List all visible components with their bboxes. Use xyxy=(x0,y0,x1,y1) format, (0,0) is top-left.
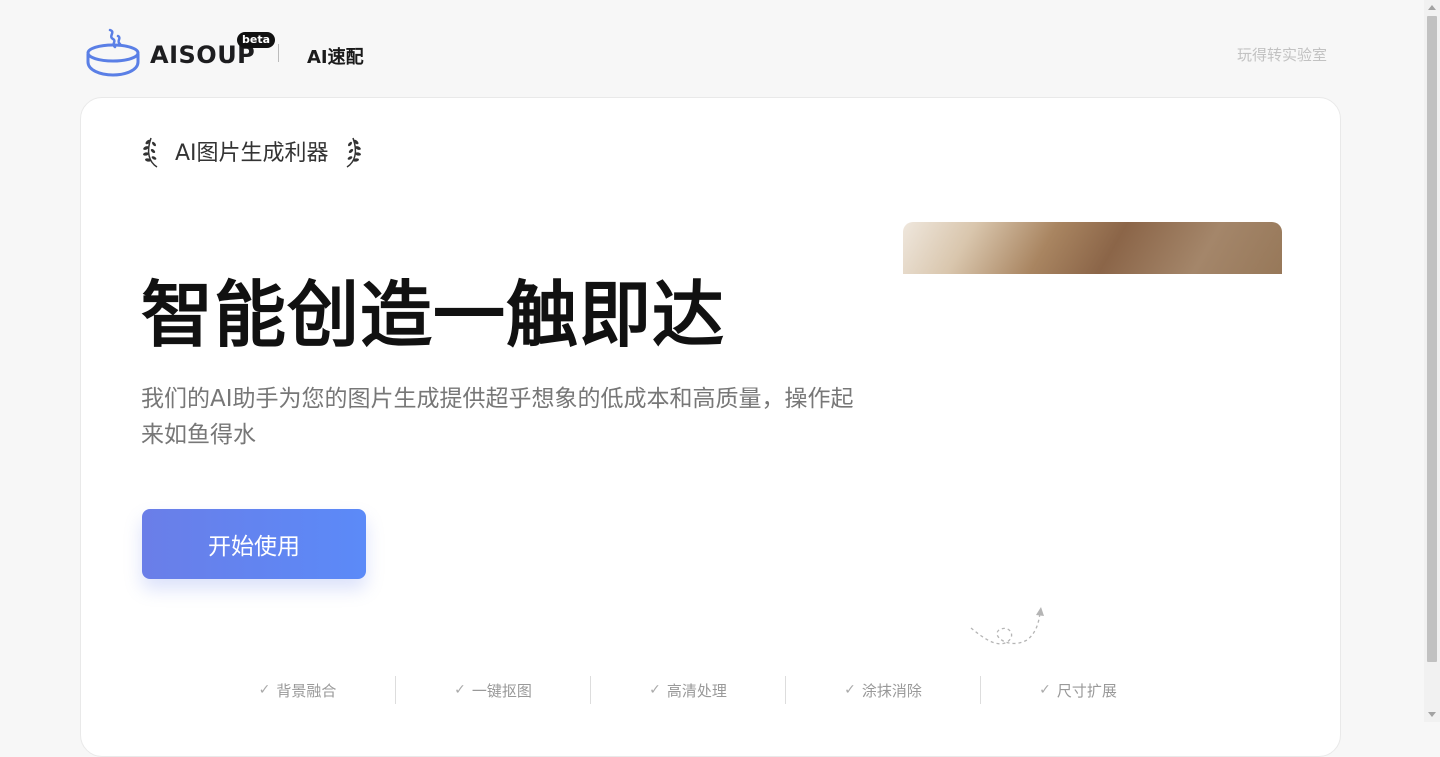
hero-image xyxy=(903,222,1282,274)
hero-description: 我们的AI助手为您的图片生成提供超乎想象的低成本和高质量，操作起来如鱼得水 xyxy=(141,386,854,448)
feature-label: 尺寸扩展 xyxy=(1056,681,1117,700)
feature-item: ✓ 一键抠图 xyxy=(395,676,590,704)
award-text: AI图片生成利器 xyxy=(175,141,329,166)
soup-bowl-logo-icon[interactable] xyxy=(86,28,142,78)
laurel-right-icon xyxy=(346,137,361,168)
award-banner: AI图片生成利器 xyxy=(141,134,363,168)
feature-label: 一键抠图 xyxy=(471,681,532,700)
check-icon: ✓ xyxy=(1039,682,1051,698)
feature-item: ✓ 尺寸扩展 xyxy=(980,676,1175,704)
feature-item: ✓ 背景融合 xyxy=(200,676,395,704)
feature-item: ✓ 高清处理 xyxy=(590,676,785,704)
vertical-scrollbar[interactable] xyxy=(1424,0,1440,722)
hero-title: 智能创造一触即达 xyxy=(141,273,726,357)
scroll-up-icon[interactable] xyxy=(1428,5,1436,10)
hero-card: AI图片生成利器 智能创造一触即达 我们的AI助手为您的图片生成提供超乎想象的低… xyxy=(80,97,1341,757)
product-name[interactable]: AI速配 xyxy=(307,43,364,69)
feature-list: ✓ 背景融合 ✓ 一键抠图 ✓ 高清处理 ✓ 涂抹消除 ✓ 尺寸扩展 xyxy=(200,676,1175,704)
header-divider xyxy=(278,44,279,62)
scrollbar-thumb[interactable] xyxy=(1427,16,1437,662)
beta-badge: beta xyxy=(237,32,276,48)
check-icon: ✓ xyxy=(454,682,466,698)
check-icon: ✓ xyxy=(844,682,856,698)
check-icon: ✓ xyxy=(649,682,661,698)
feature-label: 高清处理 xyxy=(666,681,727,700)
scroll-down-icon[interactable] xyxy=(1428,712,1436,717)
laurel-left-icon xyxy=(143,137,158,168)
start-using-button[interactable]: 开始使用 xyxy=(142,509,366,579)
top-header: AISOUP beta AI速配 玩得转实验室 xyxy=(0,0,1424,97)
curly-arrow-icon xyxy=(970,607,1044,645)
feature-item: ✓ 涂抹消除 xyxy=(785,676,980,704)
lab-nav-link[interactable]: 玩得转实验室 xyxy=(1237,44,1327,65)
check-icon: ✓ xyxy=(258,682,271,698)
feature-label: 涂抹消除 xyxy=(861,681,922,700)
feature-label: 背景融合 xyxy=(276,681,337,700)
